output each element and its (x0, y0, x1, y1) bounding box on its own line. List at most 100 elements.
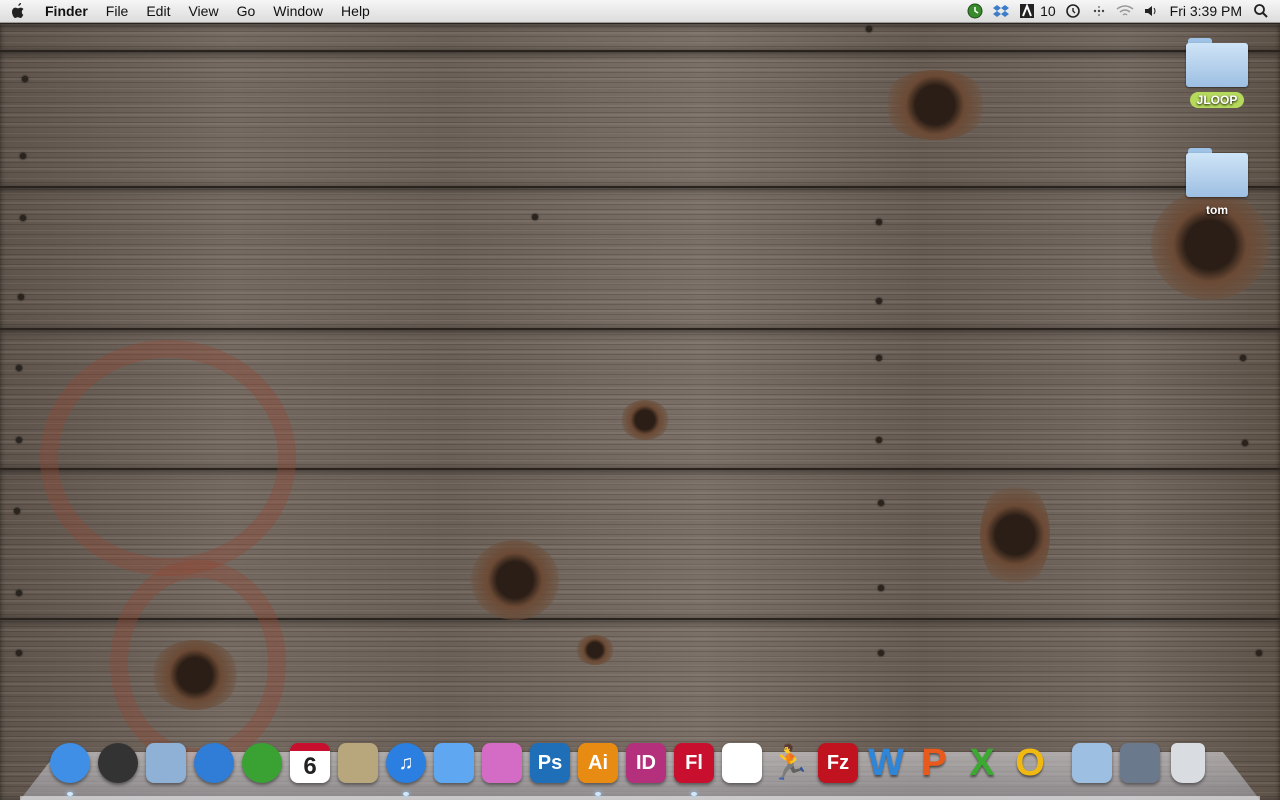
volume-icon[interactable] (1140, 0, 1162, 22)
menu-window[interactable]: Window (264, 0, 332, 22)
dock-item-preview[interactable] (335, 740, 381, 786)
acrobat-icon (722, 743, 762, 783)
trash-icon (1171, 743, 1205, 783)
powerpoint-icon: P (921, 741, 947, 784)
dock-item-ical[interactable]: 6 (287, 740, 333, 786)
menu-file[interactable]: File (97, 0, 138, 22)
outlook-icon: O (1015, 741, 1045, 784)
dock-item-rings-app[interactable] (479, 740, 525, 786)
nail (876, 437, 882, 443)
desktop-folder-tom[interactable]: tom (1172, 148, 1262, 218)
menu-bar: Finder File Edit View Go Window Help 10 … (0, 0, 1280, 23)
applications-folder-icon (1072, 743, 1112, 783)
indesign-icon: ID (626, 743, 666, 783)
desktop-folder-jloop[interactable]: JLOOP (1172, 38, 1262, 108)
dock-item-applications-folder[interactable] (1069, 740, 1115, 786)
itunes-icon: ♫ (386, 743, 426, 783)
menu-view[interactable]: View (179, 0, 227, 22)
nail (16, 590, 22, 596)
dropbox-icon[interactable] (990, 0, 1012, 22)
nail (1240, 355, 1246, 361)
dock-item-indesign[interactable]: ID (623, 740, 669, 786)
dock-item-word[interactable]: W (863, 740, 909, 786)
desktop-folder-label: tom (1206, 203, 1228, 217)
nail (866, 26, 872, 32)
dock-item-outlook[interactable]: O (1007, 740, 1053, 786)
dock-item-flash[interactable]: Fl (671, 740, 717, 796)
wood-knot (620, 400, 670, 440)
folder-icon (1186, 38, 1248, 88)
dock: 6 ♫ Ps Ai ID Fl 🏃 Fz W P X O (46, 736, 1212, 796)
nail (878, 500, 884, 506)
dock-item-acrobat[interactable] (719, 740, 765, 786)
aim-icon: 🏃 (768, 744, 812, 782)
menu-help[interactable]: Help (332, 0, 379, 22)
apple-menu-icon[interactable] (0, 2, 36, 20)
paint-stain (40, 340, 296, 576)
menu-edit[interactable]: Edit (137, 0, 179, 22)
app-menu-finder[interactable]: Finder (36, 0, 97, 22)
time-machine-icon[interactable] (1062, 0, 1084, 22)
desktop-wallpaper (0, 0, 1280, 800)
nail (878, 650, 884, 656)
dock-item-filezilla[interactable]: Fz (815, 740, 861, 786)
status-area: 10 Fri 3:39 PM (962, 0, 1280, 22)
nail (532, 214, 538, 220)
dock-item-mail[interactable] (143, 740, 189, 786)
nail (16, 437, 22, 443)
desktop-folder-label: JLOOP (1189, 92, 1245, 108)
nail (876, 219, 882, 225)
wood-plank (0, 186, 1280, 332)
preview-icon (338, 743, 378, 783)
menubar-clock[interactable]: Fri 3:39 PM (1164, 0, 1248, 22)
dock-separator (1054, 736, 1068, 786)
dock-item-dashboard[interactable] (95, 740, 141, 786)
illustrator-icon: Ai (578, 743, 618, 783)
folder-icon (1186, 148, 1248, 198)
nail (14, 508, 20, 514)
wood-knot (980, 480, 1050, 590)
nail (16, 650, 22, 656)
dock-item-downloads-stack[interactable] (1117, 740, 1163, 786)
ical-icon: 6 (290, 743, 330, 783)
dock-item-excel[interactable]: X (959, 740, 1005, 786)
dock-item-ichat[interactable] (431, 740, 477, 786)
wifi-icon[interactable] (1114, 0, 1136, 22)
word-icon: W (868, 741, 904, 784)
downloads-stack-icon (1120, 743, 1160, 783)
flash-icon: Fl (674, 743, 714, 783)
dock-item-illustrator[interactable]: Ai (575, 740, 621, 796)
running-indicator (595, 792, 601, 796)
nail (16, 365, 22, 371)
green-app-icon (242, 743, 282, 783)
nail (18, 294, 24, 300)
dock-shelf-edge (20, 796, 1260, 800)
spotlight-search-icon[interactable] (1250, 0, 1272, 22)
dock-item-photoshop[interactable]: Ps (527, 740, 573, 786)
nail (878, 585, 884, 591)
nail (20, 215, 26, 221)
nail (876, 355, 882, 361)
excel-icon: X (969, 741, 995, 784)
filezilla-icon: Fz (818, 743, 858, 783)
running-indicator (691, 792, 697, 796)
dock-item-safari[interactable] (191, 740, 237, 786)
dashboard-icon (98, 743, 138, 783)
clock-app-icon[interactable] (964, 0, 986, 22)
dock-item-aim[interactable]: 🏃 (767, 740, 813, 786)
wood-plank (0, 50, 1280, 190)
dock-item-itunes[interactable]: ♫ (383, 740, 429, 796)
adobe-updater-icon[interactable] (1016, 0, 1038, 22)
wood-knot (575, 635, 615, 665)
wood-knot (880, 70, 990, 140)
nail (1256, 650, 1262, 656)
bluetooth-icon[interactable] (1088, 0, 1110, 22)
wood-knot (470, 540, 560, 620)
dock-item-trash[interactable] (1165, 740, 1211, 786)
dock-item-finder[interactable] (47, 740, 93, 796)
nail (20, 153, 26, 159)
finder-icon (50, 743, 90, 783)
menu-go[interactable]: Go (228, 0, 265, 22)
dock-item-powerpoint[interactable]: P (911, 740, 957, 786)
dock-item-green-app[interactable] (239, 740, 285, 786)
